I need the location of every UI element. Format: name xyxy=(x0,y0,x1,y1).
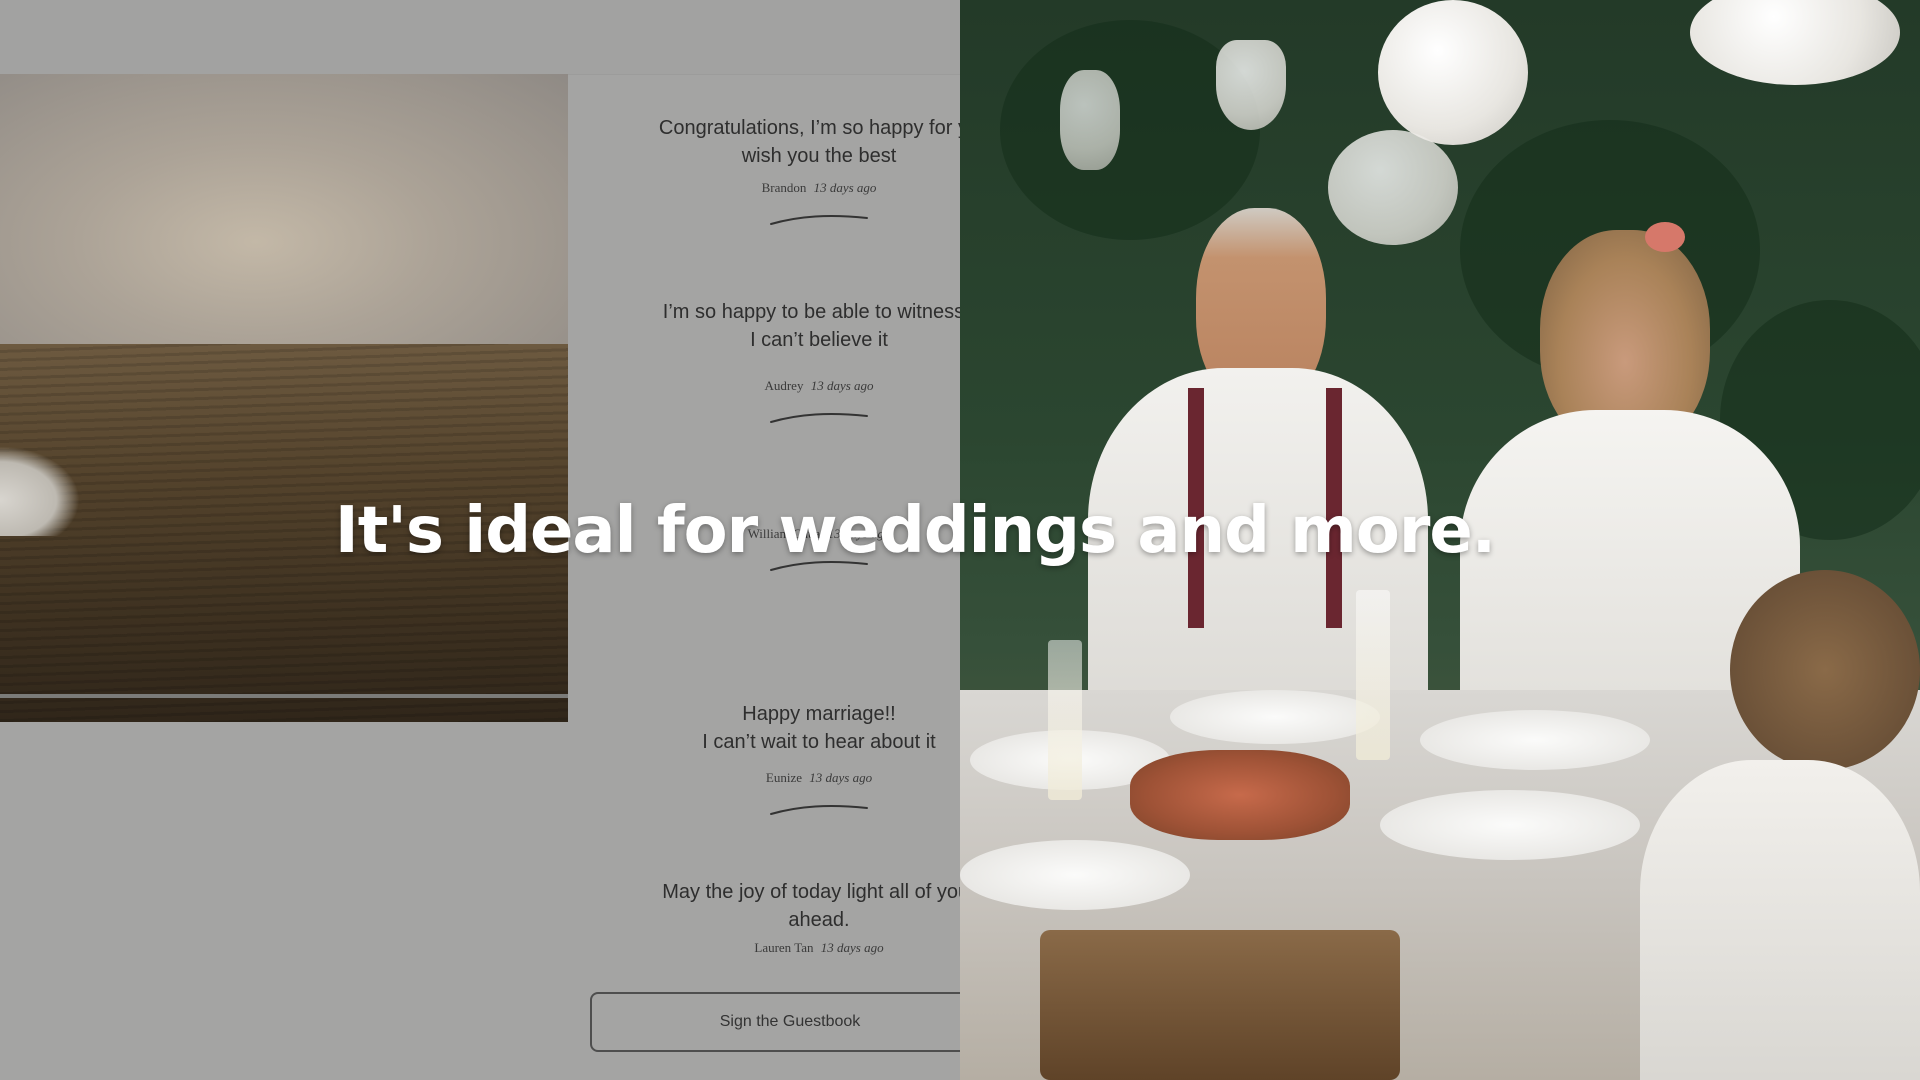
paper-lantern xyxy=(1378,0,1528,145)
entry-message: I’m so happy to be able to witness t I c… xyxy=(662,301,960,351)
swash-divider-icon xyxy=(770,215,868,225)
entry-time: 13 days ago xyxy=(820,940,884,955)
swash-divider-icon xyxy=(770,413,868,423)
video-caption: It's ideal for weddings and more. xyxy=(334,494,1496,568)
entry-message: May the joy of today light all of your a… xyxy=(662,881,960,931)
entry-meta: Brandon 13 days ago xyxy=(584,180,960,196)
guestbook-entry: Congratulations, I’m so happy for yo wis… xyxy=(584,114,960,230)
swash-divider-icon xyxy=(770,805,868,815)
paper-lantern xyxy=(1690,0,1900,85)
top-bar xyxy=(0,0,960,75)
guestbook-entry: May the joy of today light all of your a… xyxy=(584,878,960,956)
champagne-glass xyxy=(1048,640,1082,800)
sign-guestbook-button[interactable]: Sign the Guestbook xyxy=(590,992,960,1052)
paper-lantern xyxy=(1060,70,1120,170)
photo-progress-bar xyxy=(0,694,568,698)
child xyxy=(1600,570,1920,1080)
entry-author: Lauren Tan xyxy=(754,940,814,955)
plate xyxy=(960,840,1190,910)
entry-author: Eunize xyxy=(765,770,802,785)
entry-meta: Lauren Tan 13 days ago xyxy=(584,940,960,956)
entry-time: 13 days ago xyxy=(813,180,877,195)
field-photo xyxy=(0,74,568,722)
guestbook-entry: I’m so happy to be able to witness t I c… xyxy=(584,298,960,428)
entry-message: Congratulations, I’m so happy for yo wis… xyxy=(658,117,960,167)
entry-author: Audrey xyxy=(764,378,804,393)
entry-message: Happy marriage!! I can’t wait to hear ab… xyxy=(702,703,936,753)
paper-lantern xyxy=(1216,40,1286,130)
sky xyxy=(0,74,568,354)
entry-meta: Audrey 13 days ago xyxy=(584,378,960,394)
plate xyxy=(1170,690,1380,744)
bread-basket xyxy=(1040,930,1400,1080)
entry-author: Brandon xyxy=(761,180,807,195)
entry-time: 13 days ago xyxy=(809,770,873,785)
entry-time: 13 days ago xyxy=(810,378,874,393)
guestbook-entry: Happy marriage!! I can’t wait to hear ab… xyxy=(584,700,960,820)
bruschetta-platter xyxy=(1130,750,1350,840)
champagne-glass xyxy=(1356,590,1390,760)
entry-meta: Eunize 13 days ago xyxy=(584,770,960,786)
